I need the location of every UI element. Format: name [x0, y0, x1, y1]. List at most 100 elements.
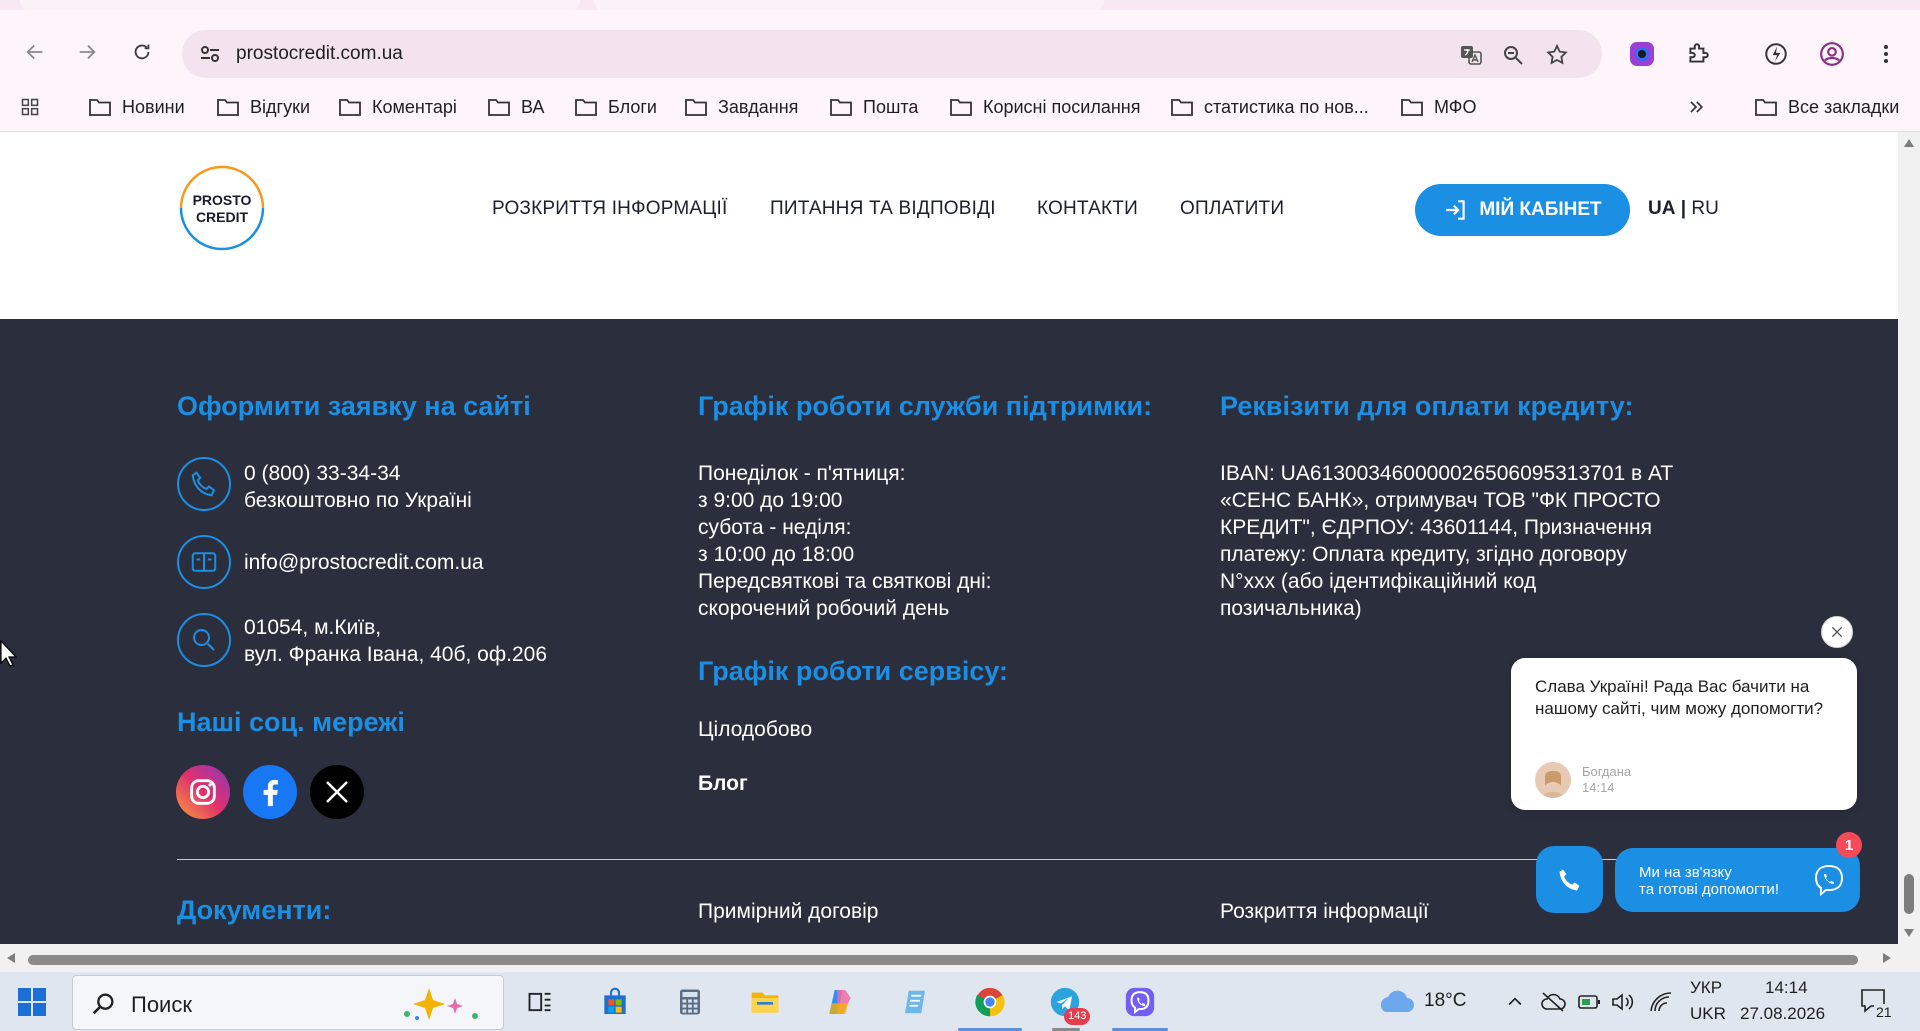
tab-fragment[interactable]	[594, 0, 1104, 10]
horizontal-scroll-thumb[interactable]	[28, 955, 1858, 965]
reload-button[interactable]	[122, 32, 162, 72]
phone-icon	[177, 457, 231, 511]
requisites-text: IBAN: UA613003460000026506095313701 в АТ…	[1220, 462, 1674, 620]
phone-number[interactable]: 0 (800) 33-34-34	[244, 460, 472, 487]
scroll-up-icon[interactable]	[1903, 138, 1915, 148]
folder-icon	[950, 99, 972, 116]
extension-color-icon[interactable]	[1628, 40, 1656, 68]
viber-icon	[1814, 864, 1844, 897]
microsoft-store-icon[interactable]	[593, 980, 637, 1024]
close-icon	[1831, 626, 1843, 638]
x-twitter-icon[interactable]	[310, 765, 364, 819]
phone-note: безкоштовно по Україні	[244, 489, 472, 512]
folder-icon	[89, 99, 111, 116]
lang-ru[interactable]: RU	[1691, 198, 1718, 219]
instagram-icon[interactable]	[176, 765, 230, 819]
nav-disclosure[interactable]: РОЗКРИТТЯ ІНФОРМАЦІЇ	[492, 198, 728, 220]
bookmark-folder[interactable]: статистика по нов...	[1170, 92, 1369, 122]
nav-faq[interactable]: ПИТАННЯ ТА ВІДПОВІДІ	[770, 198, 996, 220]
bookmark-folder[interactable]: Пошта	[829, 92, 918, 122]
reload-icon	[134, 44, 150, 60]
site-settings-icon[interactable]	[198, 42, 222, 66]
chat-message-bubble[interactable]: Слава Україні! Рада Вас бачити на нашому…	[1511, 658, 1857, 810]
page-viewport: PROSTO CREDIT РОЗКРИТТЯ ІНФОРМАЦІЇ ПИТАН…	[0, 132, 1898, 944]
apps-grid-icon[interactable]	[18, 92, 42, 122]
call-button[interactable]	[1536, 846, 1603, 913]
lang-ua[interactable]: UA	[1648, 198, 1675, 219]
bookmark-folder[interactable]: Корисні посилання	[949, 92, 1140, 122]
viber-chat-button[interactable]: Ми на зв'язку та готові допомогти!	[1615, 848, 1860, 912]
vertical-scroll-thumb[interactable]	[1904, 874, 1914, 914]
tab-strip	[0, 0, 1920, 10]
logo[interactable]: PROSTO CREDIT	[178, 164, 266, 252]
bookmark-folder[interactable]: Новини	[88, 92, 185, 122]
scroll-left-icon[interactable]	[6, 952, 16, 964]
requisites-heading: Реквізити для оплати кредиту:	[1220, 391, 1634, 421]
scroll-right-icon[interactable]	[1882, 952, 1892, 964]
apply-heading: Оформити заявку на сайті	[177, 391, 531, 421]
extensions-puzzle-icon[interactable]	[1684, 40, 1712, 68]
input-language-secondary[interactable]: UKR	[1690, 1004, 1726, 1024]
horizontal-scrollbar[interactable]	[0, 944, 1920, 972]
all-bookmarks[interactable]: Все закладки	[1754, 92, 1899, 122]
folder-icon	[488, 99, 510, 116]
url-text[interactable]: prostocredit.com.ua	[236, 43, 403, 65]
login-icon	[1446, 200, 1466, 220]
chevron-double-right-icon[interactable]	[1684, 92, 1708, 122]
bookmark-star-icon[interactable]	[1544, 42, 1570, 68]
weather-cloud-icon[interactable]	[1375, 988, 1415, 1016]
taskbar-search[interactable]: Поиск	[72, 975, 504, 1030]
notepad-app-icon[interactable]	[893, 980, 937, 1024]
address-bar[interactable]: prostocredit.com.ua	[182, 30, 1602, 78]
calculator-icon[interactable]	[668, 980, 712, 1024]
search-placeholder: Поиск	[131, 992, 192, 1017]
back-button[interactable]	[15, 32, 55, 72]
profile-icon[interactable]	[1818, 40, 1846, 68]
cloud-offline-icon[interactable]	[1540, 990, 1566, 1014]
facebook-icon[interactable]	[243, 765, 297, 819]
bookmark-folder[interactable]: Завдання	[684, 92, 798, 122]
bookmark-folder[interactable]: ВА	[487, 92, 544, 122]
chrome-icon[interactable]	[968, 980, 1012, 1024]
file-explorer-icon[interactable]	[743, 980, 787, 1024]
my-cabinet-button[interactable]: МІЙ КАБІНЕТ	[1415, 184, 1630, 236]
chevron-up-icon[interactable]	[1505, 992, 1525, 1012]
zoom-icon[interactable]	[1500, 42, 1526, 68]
windows-start-icon[interactable]	[16, 986, 48, 1018]
nav-pay[interactable]: ОПЛАТИТИ	[1180, 198, 1284, 220]
scroll-down-icon[interactable]	[1903, 928, 1915, 938]
weather-temperature[interactable]: 18°C	[1424, 990, 1466, 1012]
input-language-primary[interactable]: УКР	[1690, 978, 1722, 998]
chat-close-button[interactable]	[1821, 616, 1853, 648]
doc-disclosure-link[interactable]: Розкриття інформації	[1220, 898, 1429, 925]
blog-link[interactable]: Блог	[698, 770, 748, 797]
task-view-icon[interactable]	[518, 980, 562, 1024]
volume-icon[interactable]	[1610, 990, 1636, 1014]
bookmark-folder[interactable]: Коментарі	[338, 92, 457, 122]
menu-kebab-icon[interactable]	[1872, 40, 1900, 68]
viber-app-icon[interactable]	[1118, 980, 1162, 1024]
doc-sample-contract-link[interactable]: Примірний договір	[698, 898, 879, 925]
copilot-icon[interactable]	[818, 980, 862, 1024]
folder-icon	[217, 99, 239, 116]
tab-fragment[interactable]	[20, 0, 580, 10]
viber-text: Ми на зв'язку та готові допомогти!	[1639, 864, 1779, 898]
sparkle-icon	[404, 988, 478, 1020]
performance-icon[interactable]	[1762, 40, 1790, 68]
battery-icon[interactable]	[1576, 990, 1602, 1014]
site-footer: Оформити заявку на сайті 0 (800) 33-34-3…	[0, 319, 1898, 944]
translate-icon[interactable]	[1458, 42, 1484, 68]
clock-time[interactable]: 14:14	[1765, 978, 1808, 998]
service-schedule-heading: Графік роботи сервісу:	[698, 656, 1009, 686]
site-header: PROSTO CREDIT РОЗКРИТТЯ ІНФОРМАЦІЇ ПИТАН…	[0, 132, 1898, 319]
folder-icon	[830, 99, 852, 116]
bookmark-folder[interactable]: Блоги	[574, 92, 657, 122]
clock-date[interactable]: 27.08.2026	[1740, 1004, 1825, 1024]
email-link[interactable]: info@prostocredit.com.ua	[244, 549, 484, 576]
vertical-scrollbar[interactable]	[1898, 132, 1920, 944]
bookmark-folder[interactable]: МФО	[1400, 92, 1476, 122]
nav-contacts[interactable]: КОНТАКТИ	[1037, 198, 1138, 220]
bookmark-folder[interactable]: Відгуки	[216, 92, 310, 122]
wifi-icon[interactable]	[1648, 990, 1674, 1014]
forward-button[interactable]	[67, 32, 107, 72]
